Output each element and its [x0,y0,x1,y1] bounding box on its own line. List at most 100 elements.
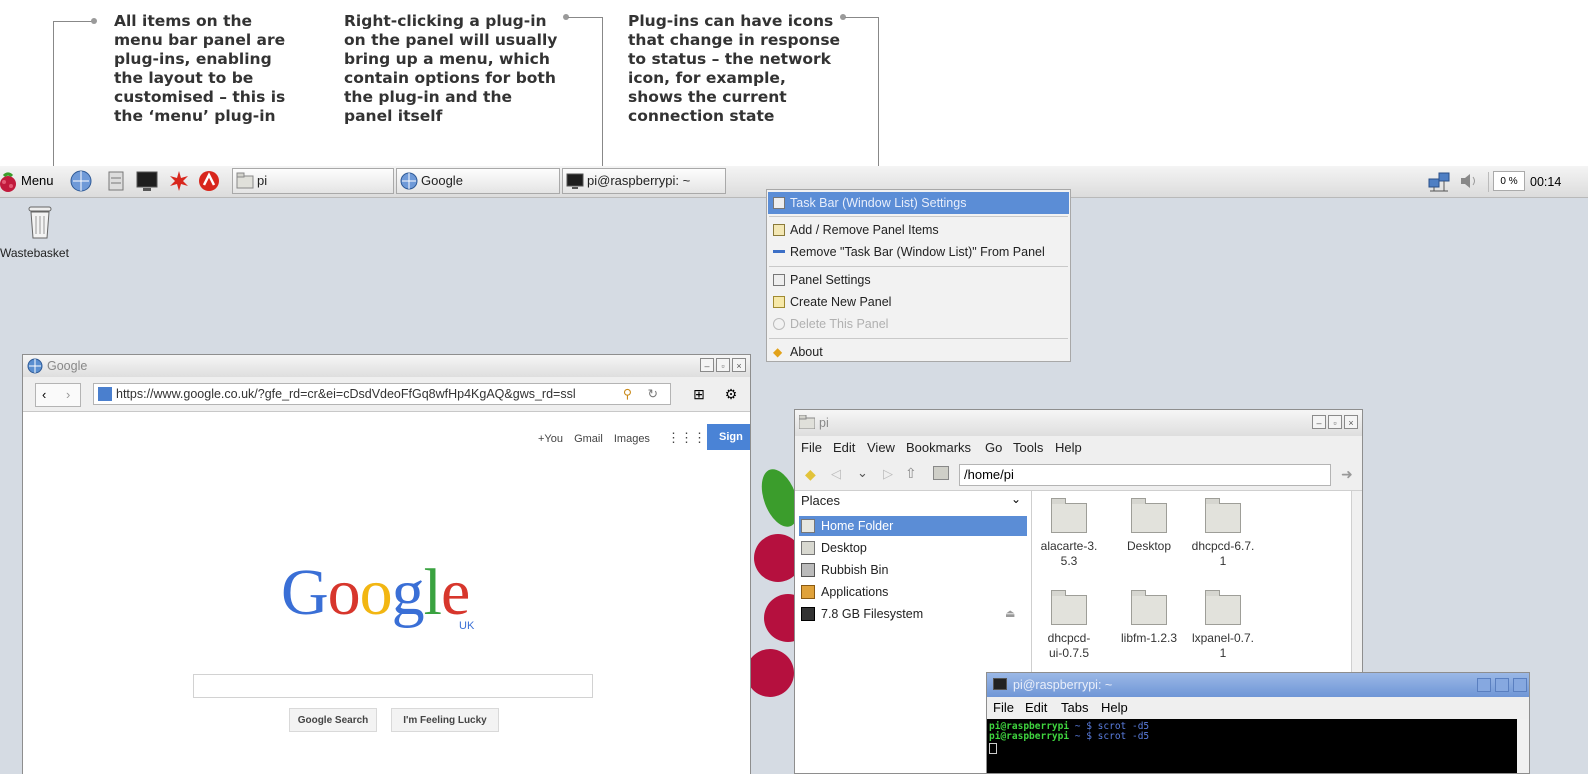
menu-edit[interactable]: Edit [833,436,855,460]
network-icon[interactable] [1428,170,1450,192]
terminal-prompt: pi@raspberrypi [989,731,1070,742]
menu-item-label: Remove "Task Bar (Window List)" From Pan… [790,245,1045,259]
terminal-cursor [989,743,997,754]
place-desktop[interactable]: Desktop [799,538,1027,558]
close-button[interactable]: × [1344,415,1358,429]
maximize-button[interactable] [1495,678,1509,692]
home-icon[interactable] [933,466,949,480]
path-input[interactable]: /home/pi [959,464,1331,486]
maximize-button[interactable]: ▫ [1328,415,1342,429]
menu-file[interactable]: File [993,697,1014,719]
new-tab-icon[interactable]: ◆ [805,466,816,483]
mathematica-launcher-icon[interactable] [198,170,220,192]
file-item[interactable]: alacarte-3. 5.3 [1032,498,1106,569]
terminal-window[interactable]: pi@raspberrypi: ~ File Edit Tabs Help pi… [986,672,1530,774]
file-manager-titlebar[interactable]: pi – ▫ × [795,410,1362,437]
terminal-titlebar[interactable]: pi@raspberrypi: ~ [987,673,1529,697]
address-bar[interactable]: https://www.google.co.uk/?gfe_rd=cr&ei=c… [93,383,671,405]
place-rubbish-bin[interactable]: Rubbish Bin [799,560,1027,580]
wolfram-launcher-icon[interactable] [168,170,190,192]
menu-item-remove-taskbar[interactable]: Remove "Task Bar (Window List)" From Pan… [768,241,1069,263]
wastebasket-desktop-icon[interactable]: Wastebasket [0,202,80,262]
reload-icon[interactable]: ↻ [648,384,658,404]
security-icon[interactable]: ⚲ [623,384,632,404]
menu-go[interactable]: Go [985,436,1002,460]
menu-item-panel-settings[interactable]: Panel Settings [768,269,1069,291]
menu-item-about[interactable]: ◆ About [768,341,1069,363]
menu-bookmarks[interactable]: Bookmarks [906,436,971,460]
file-label: 1 [1219,554,1227,568]
volume-icon[interactable] [1458,170,1480,192]
link-images[interactable]: Images [614,433,650,445]
bookmark-icon[interactable]: ⊞ [687,383,711,405]
minimize-button[interactable] [1477,678,1491,692]
go-arrow-icon[interactable]: ➜ [1341,466,1353,483]
remove-icon [773,250,785,253]
back-button[interactable]: ‹ [42,384,46,406]
file-item[interactable]: Desktop [1112,498,1186,554]
menu-item-delete-panel: Delete This Panel [768,313,1069,335]
menu-separator [769,216,1068,217]
gear-icon[interactable]: ⚙ [719,383,743,405]
chevron-down-icon[interactable]: ⌄ [1011,492,1021,506]
terminal-scrollbar[interactable] [1517,719,1529,773]
up-icon[interactable]: ⇧ [905,465,917,482]
place-home-folder[interactable]: Home Folder [799,516,1027,536]
terminal-title: pi@raspberrypi: ~ [1013,678,1113,692]
link-gmail[interactable]: Gmail [574,433,603,445]
menu-item-add-remove[interactable]: Add / Remove Panel Items [768,219,1069,241]
apps-grid-icon[interactable]: ⋮⋮⋮ [667,430,706,445]
task-button-terminal[interactable]: pi@raspberrypi: ~ [562,168,726,194]
clock[interactable]: 00:14 [1530,172,1561,192]
places-header[interactable]: Places [801,493,840,508]
menu-item-taskbar-settings[interactable]: Task Bar (Window List) Settings [768,192,1069,214]
file-label: libfm-1.2.3 [1120,631,1178,645]
folder-icon [236,172,254,189]
terminal-launcher-icon[interactable] [136,170,158,192]
google-search-button[interactable]: Google Search [289,708,377,732]
feeling-lucky-button[interactable]: I'm Feeling Lucky [391,708,499,732]
terminal-output[interactable]: pi@raspberrypi ~ $ scrot -d5 pi@raspberr… [987,719,1517,773]
link-plus-you[interactable]: +You [538,433,563,445]
eject-icon[interactable]: ⏏ [1005,604,1015,624]
task-button-google[interactable]: Google [396,168,560,194]
menu-tabs[interactable]: Tabs [1061,697,1088,719]
menu-file[interactable]: File [801,436,822,460]
minimize-button[interactable]: – [700,358,714,372]
menu-item-create-panel[interactable]: Create New Panel [768,291,1069,313]
back-icon[interactable]: ◁ [831,466,841,482]
annotation-line: panel itself [344,107,443,125]
sign-in-button[interactable]: Sign [707,424,750,450]
place-applications[interactable]: Applications [799,582,1027,602]
minimize-button[interactable]: – [1312,415,1326,429]
file-item[interactable]: dhcpcd- ui-0.7.5 [1032,590,1106,661]
task-button-pi[interactable]: pi [232,168,394,194]
annotation-line: to status – the network [628,50,831,68]
browser-titlebar[interactable]: Google – ▫ × [23,355,750,378]
menu-view[interactable]: View [867,436,895,460]
browser-launcher-icon[interactable] [70,170,92,192]
cpu-monitor[interactable]: 0 % [1493,171,1525,191]
menu-edit[interactable]: Edit [1025,697,1047,719]
menu-tools[interactable]: Tools [1013,436,1043,460]
forward-button[interactable]: › [66,384,70,406]
file-item[interactable]: dhcpcd-6.7. 1 [1186,498,1260,569]
annotation-line: plug-ins, enabling [114,50,272,68]
close-button[interactable]: × [732,358,746,372]
history-dropdown-icon[interactable]: ⌄ [857,465,868,481]
terminal-menubar: File Edit Tabs Help [987,697,1529,719]
close-button[interactable] [1513,678,1527,692]
menu-help[interactable]: Help [1055,436,1082,460]
menu-help[interactable]: Help [1101,697,1128,719]
file-item[interactable]: lxpanel-0.7. 1 [1186,590,1260,661]
file-item[interactable]: libfm-1.2.3 [1112,590,1186,646]
menu-plugin[interactable]: Menu [0,168,58,194]
place-filesystem[interactable]: 7.8 GB Filesystem ⏏ [799,604,1027,624]
google-logo-sub: UK [459,620,475,632]
forward-icon[interactable]: ▷ [883,466,893,482]
maximize-button[interactable]: ▫ [716,358,730,372]
annotation-line: the plug-in and the [344,88,513,106]
search-input[interactable] [193,674,593,698]
browser-window[interactable]: Google – ▫ × ‹ › https://www.google.co.u… [22,354,751,774]
file-manager-launcher-icon[interactable] [105,170,127,192]
